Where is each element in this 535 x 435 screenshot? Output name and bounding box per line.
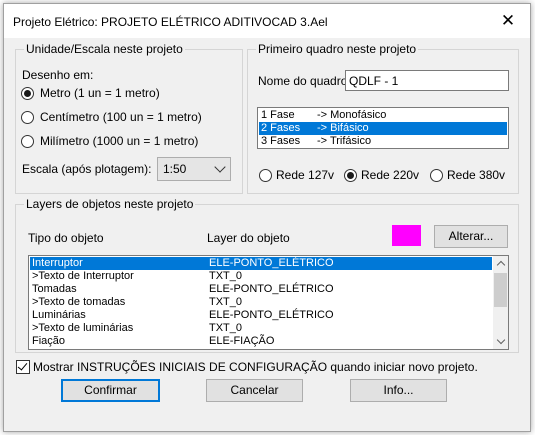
table-row[interactable]: >Texto de Interruptor TXT_0 bbox=[30, 270, 492, 283]
radio-milimetro-label[interactable]: Milímetro (1000 un = 1 metro) bbox=[40, 134, 198, 148]
scroll-down-icon[interactable] bbox=[493, 334, 508, 349]
cancel-button[interactable]: Cancelar bbox=[206, 379, 303, 402]
scale-select-value: 1:50 bbox=[163, 162, 187, 176]
phase-list[interactable]: 1 Fase -> Monofásico 2 Fases -> Bifásico… bbox=[257, 107, 509, 149]
show-instructions-label[interactable]: Mostrar INSTRUÇÕES INICIAIS DE CONFIGURA… bbox=[33, 360, 478, 374]
row-layer: ELE-PONTO_ELÉTRICO bbox=[209, 283, 334, 295]
scroll-up-icon[interactable] bbox=[493, 256, 508, 271]
phase-type: -> Monofásico bbox=[317, 109, 387, 121]
radio-rede-220v[interactable] bbox=[344, 169, 357, 182]
radio-rede-380v[interactable] bbox=[430, 169, 443, 182]
radio-centimetro-label[interactable]: Centímetro (100 un = 1 metro) bbox=[40, 110, 202, 124]
row-layer: ELE-PONTO_ELÉTRICO bbox=[209, 257, 334, 269]
row-type: Luminárias bbox=[32, 309, 86, 321]
scroll-thumb[interactable] bbox=[494, 273, 507, 307]
first-panel-legend: Primeiro quadro neste projeto bbox=[256, 42, 419, 56]
radio-rede-380v-label[interactable]: Rede 380v bbox=[447, 168, 505, 182]
panel-name-input[interactable]: QDLF - 1 bbox=[345, 70, 509, 91]
phase-count: 3 Fases bbox=[261, 135, 301, 147]
change-layer-button[interactable]: Alterar... bbox=[434, 225, 508, 248]
info-button[interactable]: Info... bbox=[350, 379, 447, 402]
radio-metro[interactable] bbox=[21, 87, 34, 100]
row-layer: ELE-PONTO_ELÉTRICO bbox=[209, 309, 334, 321]
checkmark-icon bbox=[17, 360, 28, 371]
list-item[interactable]: 1 Fase -> Monofásico bbox=[259, 109, 507, 122]
chevron-down-icon bbox=[214, 161, 226, 173]
radio-metro-label[interactable]: Metro (1 un = 1 metro) bbox=[40, 86, 160, 100]
row-type: Fiação bbox=[32, 335, 66, 347]
table-row[interactable]: Luminárias ELE-PONTO_ELÉTRICO bbox=[30, 309, 492, 322]
drawing-unit-label: Desenho em: bbox=[22, 68, 94, 82]
col-header-type: Tipo do objeto bbox=[28, 231, 104, 245]
panel-name-label: Nome do quadro: bbox=[258, 74, 351, 88]
close-icon[interactable]: ✕ bbox=[498, 11, 518, 31]
scale-select[interactable]: 1:50 bbox=[157, 157, 231, 181]
table-row[interactable]: >Texto de tomadas TXT_0 bbox=[30, 296, 492, 309]
table-row[interactable]: >Texto de luminárias TXT_0 bbox=[30, 322, 492, 335]
layers-group: Layers de objetos neste projeto Tipo do … bbox=[15, 197, 519, 353]
phase-type: -> Bifásico bbox=[317, 122, 369, 134]
table-row[interactable]: Interruptor ELE-PONTO_ELÉTRICO bbox=[30, 257, 492, 270]
list-item[interactable]: 2 Fases -> Bifásico bbox=[259, 122, 507, 135]
units-scale-group: Unidade/Escala neste projeto Desenho em:… bbox=[15, 42, 243, 194]
panel-name-value: QDLF - 1 bbox=[349, 74, 399, 88]
col-header-layer: Layer do objeto bbox=[207, 231, 290, 245]
radio-rede-220v-label[interactable]: Rede 220v bbox=[361, 168, 419, 182]
first-panel-group: Primeiro quadro neste projeto Nome do qu… bbox=[247, 42, 519, 194]
row-type: >Texto de Interruptor bbox=[32, 270, 134, 282]
radio-milimetro[interactable] bbox=[21, 135, 34, 148]
radio-rede-127v-label[interactable]: Rede 127v bbox=[276, 168, 334, 182]
row-layer: TXT_0 bbox=[209, 296, 243, 308]
layer-color-swatch[interactable] bbox=[392, 225, 421, 246]
scale-label: Escala (após plotagem): bbox=[22, 162, 152, 176]
layers-legend: Layers de objetos neste projeto bbox=[24, 197, 196, 211]
dialog-window: Projeto Elétrico: PROJETO ELÉTRICO ADITI… bbox=[3, 3, 531, 432]
row-type: >Texto de luminárias bbox=[32, 322, 134, 334]
layers-list[interactable]: Interruptor ELE-PONTO_ELÉTRICO >Texto de… bbox=[28, 255, 509, 350]
table-row[interactable]: Fiação ELE-FIAÇÃO bbox=[30, 335, 492, 348]
row-layer: TXT_0 bbox=[209, 322, 243, 334]
title-bar: Projeto Elétrico: PROJETO ELÉTRICO ADITI… bbox=[4, 4, 530, 38]
list-item[interactable]: 3 Fases -> Trifásico bbox=[259, 135, 507, 148]
table-row[interactable]: Tomadas ELE-PONTO_ELÉTRICO bbox=[30, 283, 492, 296]
radio-rede-127v[interactable] bbox=[259, 169, 272, 182]
phase-count: 1 Fase bbox=[261, 109, 295, 121]
units-scale-legend: Unidade/Escala neste projeto bbox=[24, 42, 185, 56]
row-layer: TXT_0 bbox=[209, 270, 243, 282]
window-title: Projeto Elétrico: PROJETO ELÉTRICO ADITI… bbox=[13, 15, 328, 29]
row-type: Tomadas bbox=[32, 283, 77, 295]
row-type: Interruptor bbox=[32, 257, 83, 269]
row-layer: ELE-FIAÇÃO bbox=[209, 335, 275, 347]
phase-count: 2 Fases bbox=[261, 122, 301, 134]
layers-scrollbar[interactable] bbox=[493, 256, 508, 349]
phase-type: -> Trifásico bbox=[317, 135, 372, 147]
radio-centimetro[interactable] bbox=[21, 111, 34, 124]
confirm-button[interactable]: Confirmar bbox=[61, 379, 160, 402]
row-type: >Texto de tomadas bbox=[32, 296, 126, 308]
show-instructions-checkbox[interactable] bbox=[16, 360, 30, 374]
